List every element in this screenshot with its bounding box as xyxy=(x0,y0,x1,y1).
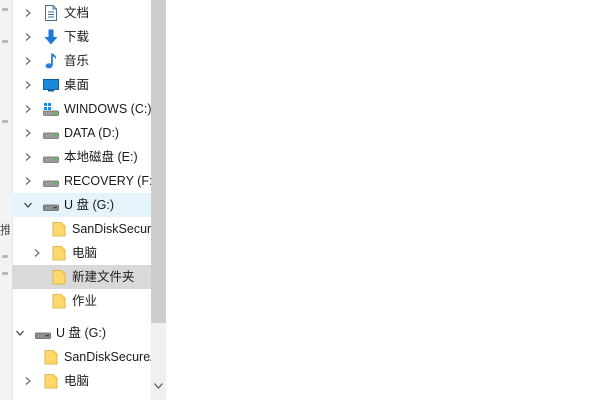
edge-marker xyxy=(2,120,8,123)
tree-item-recovery-f[interactable]: RECOVERY (F:) xyxy=(12,169,152,193)
chevron-right-icon[interactable] xyxy=(22,7,34,19)
vertical-scrollbar[interactable] xyxy=(151,0,166,400)
chevron-right-icon[interactable] xyxy=(22,31,34,43)
tree-item-label: RECOVERY (F:) xyxy=(64,174,152,188)
chevron-right-icon[interactable] xyxy=(22,175,34,187)
tree-item-downloads[interactable]: 下载 xyxy=(12,25,152,49)
tree-item-label: DATA (D:) xyxy=(64,126,120,140)
usb-drive-icon xyxy=(43,197,59,213)
navigation-pane[interactable]: 文档 下载 音乐 桌面 WINDOWS (C:) DATA (D:) 本地磁盘 … xyxy=(12,0,152,400)
tree-item-label: 新建文件夹 xyxy=(72,270,135,284)
tree-item-sandisk-folder[interactable]: SanDiskSecureAccess xyxy=(12,217,152,241)
tree-item-label: 音乐 xyxy=(64,54,90,68)
chevron-right-icon[interactable] xyxy=(22,127,34,139)
drive-icon xyxy=(43,149,59,165)
folder-icon xyxy=(51,221,67,237)
folder-icon xyxy=(51,293,67,309)
edge-marker xyxy=(2,272,8,275)
music-icon xyxy=(43,53,59,69)
tree-item-label: 本地磁盘 (E:) xyxy=(64,150,138,164)
chevron-right-icon[interactable] xyxy=(22,375,34,387)
tree-item-usb-g-root[interactable]: U 盘 (G:) xyxy=(12,321,152,345)
tree-item-local-disk-e[interactable]: 本地磁盘 (E:) xyxy=(12,145,152,169)
chevron-right-icon[interactable] xyxy=(22,55,34,67)
tree-item-desktop[interactable]: 桌面 xyxy=(12,73,152,97)
tree-item-label: 作业 xyxy=(72,294,98,308)
file-content-pane[interactable] xyxy=(166,0,600,400)
tree-item-sandisk-folder-root[interactable]: SanDiskSecureAccess xyxy=(12,345,152,369)
chevron-down-icon[interactable] xyxy=(14,327,26,339)
documents-icon xyxy=(43,5,59,21)
scroll-down-arrow-icon[interactable] xyxy=(151,378,166,393)
tree-item-label: 文档 xyxy=(64,6,90,20)
folder-icon xyxy=(51,245,67,261)
desktop-icon xyxy=(43,77,59,93)
tree-item-label: SanDiskSecureAccess xyxy=(64,350,152,364)
tree-item-label: SanDiskSecureAccess xyxy=(72,222,152,236)
tree-item-computer-folder[interactable]: 电脑 xyxy=(12,241,152,265)
tree-item-music[interactable]: 音乐 xyxy=(12,49,152,73)
downloads-icon xyxy=(43,29,59,45)
folder-icon xyxy=(51,269,67,285)
tree-item-label: 电脑 xyxy=(64,374,90,388)
tree-item-label: 电脑 xyxy=(72,246,98,260)
edge-marker xyxy=(2,8,8,11)
partial-label: 推 xyxy=(0,223,10,237)
usb-drive-icon xyxy=(35,325,51,341)
tree-item-label: 桌面 xyxy=(64,78,90,92)
tree-item-computer-folder-root[interactable]: 电脑 xyxy=(12,369,152,393)
edge-marker xyxy=(2,255,8,258)
drive-icon xyxy=(43,173,59,189)
folder-icon xyxy=(43,373,59,389)
chevron-right-icon[interactable] xyxy=(22,103,34,115)
tree-item-data-d[interactable]: DATA (D:) xyxy=(12,121,152,145)
chevron-right-icon[interactable] xyxy=(22,151,34,163)
chevron-right-icon[interactable] xyxy=(22,79,34,91)
tree-item-windows-c[interactable]: WINDOWS (C:) xyxy=(12,97,152,121)
tree-item-label: 下载 xyxy=(64,30,90,44)
tree-item-label: U 盘 (G:) xyxy=(64,198,114,212)
tree-item-homework-folder[interactable]: 作业 xyxy=(12,289,152,313)
drive-icon xyxy=(43,125,59,141)
tree-item-new-folder[interactable]: 新建文件夹 xyxy=(12,265,152,289)
windows-drive-icon xyxy=(43,101,59,117)
chevron-down-icon[interactable] xyxy=(22,199,34,211)
folder-icon xyxy=(43,349,59,365)
tree-item-documents[interactable]: 文档 xyxy=(12,1,152,25)
scrollbar-thumb[interactable] xyxy=(151,0,166,323)
tree-item-usb-g[interactable]: U 盘 (G:) xyxy=(12,193,152,217)
tree-item-label: U 盘 (G:) xyxy=(56,326,106,340)
edge-marker xyxy=(2,40,8,43)
tree-item-label: WINDOWS (C:) xyxy=(64,102,152,116)
chevron-right-icon[interactable] xyxy=(31,247,43,259)
